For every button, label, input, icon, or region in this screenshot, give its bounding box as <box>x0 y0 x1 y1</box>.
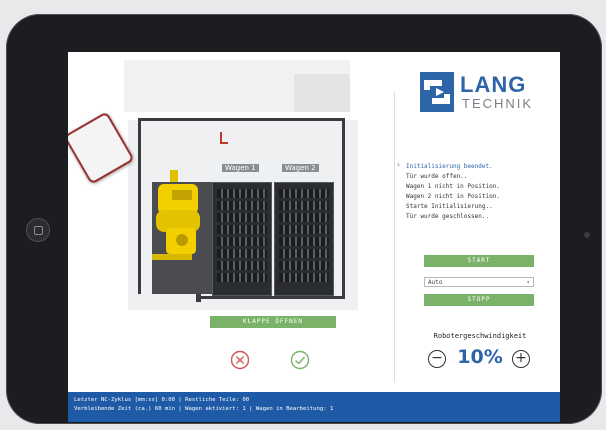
logo-lang: LANG <box>460 72 527 97</box>
wagon-2 <box>274 182 334 296</box>
side-cart <box>68 111 135 185</box>
fence-rail-right <box>342 118 345 298</box>
speed-value: 10% <box>457 346 503 368</box>
app-screen: Wagen 1 Wagen 2 KLAPPE ÖFFNEN LANG TECHN… <box>68 52 560 422</box>
cancel-button[interactable] <box>230 350 250 370</box>
log-line: Initialisierung beendet. <box>406 163 493 170</box>
mode-select-value: Auto <box>428 279 443 286</box>
camera <box>584 232 590 238</box>
fence-rail-left <box>138 118 141 294</box>
status-line-1: Letzter NC-Zyklus [mm:ss] 0:00 | Restlic… <box>74 397 250 403</box>
speed-control: − 10% + <box>424 346 536 372</box>
log-line: Tür wurde offen.. <box>406 173 468 180</box>
speed-decrease-button[interactable]: − <box>428 350 446 368</box>
chevron-right-icon: › <box>396 160 401 169</box>
robot-icon <box>152 170 200 260</box>
log-line: Wagen 2 nicht in Position. <box>406 193 500 200</box>
tablet-frame: Wagen 1 Wagen 2 KLAPPE ÖFFNEN LANG TECHN… <box>6 14 602 424</box>
fence-rail-bottom <box>196 296 345 299</box>
logo-icon <box>420 72 454 112</box>
speed-increase-button[interactable]: + <box>512 350 530 368</box>
stop-button[interactable]: STOPP <box>424 294 534 306</box>
floor-area-shadow <box>294 74 350 112</box>
chevron-down-icon: ▾ <box>526 279 530 286</box>
wagon-1 <box>212 182 272 296</box>
wagon-1-label: Wagen 1 <box>222 164 259 172</box>
log-line: Tür wurde geschlossen.. <box>406 213 490 220</box>
status-log: › Initialisierung beendet. Tür wurde off… <box>396 160 546 222</box>
log-line: Wagen 1 nicht in Position. <box>406 183 500 190</box>
confirm-button[interactable] <box>290 350 310 370</box>
start-button[interactable]: START <box>424 255 534 267</box>
wagon-2-label: Wagen 2 <box>282 164 319 172</box>
panel-divider <box>394 92 395 382</box>
mode-select[interactable]: Auto ▾ <box>424 277 534 287</box>
open-door-button[interactable]: KLAPPE ÖFFNEN <box>210 316 336 328</box>
status-bar: Letzter NC-Zyklus [mm:ss] 0:00 | Restlic… <box>68 392 560 422</box>
log-line: Starte Initialisierung.. <box>406 203 493 210</box>
lang-technik-logo: LANG TECHNIK <box>420 72 540 116</box>
speed-title: Robotergeschwindigkeit <box>433 332 527 340</box>
fence-rail-top <box>138 118 344 121</box>
marker <box>220 132 228 144</box>
status-line-2: Verbleibende Zeit (ca.) 60 min | Wagen a… <box>74 406 334 412</box>
logo-technik: TECHNIK <box>462 96 534 111</box>
home-button[interactable] <box>26 218 50 242</box>
